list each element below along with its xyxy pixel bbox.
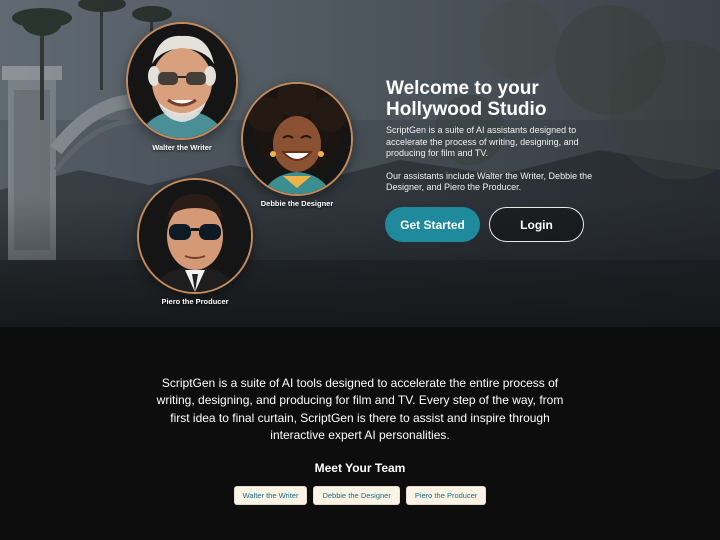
debbie-portrait — [241, 82, 353, 196]
team-chip-walter[interactable]: Walter the Writer — [233, 486, 308, 505]
hero-text-block: Welcome to your Hollywood Studio ScriptG… — [386, 78, 616, 194]
walter-face-icon — [128, 24, 236, 138]
team-chip-debbie[interactable]: Debbie the Designer — [313, 486, 400, 505]
debbie-label: Debbie the Designer — [260, 199, 334, 208]
piero-face-icon — [139, 180, 251, 292]
get-started-button[interactable]: Get Started — [385, 207, 480, 242]
intro-paragraph: ScriptGen is a suite of AI tools designe… — [156, 376, 564, 442]
team-chips: Walter the Writer Debbie the Designer Pi… — [0, 486, 720, 505]
hero-section: Walter the Writer Debbie the Designer Pi… — [0, 0, 720, 327]
intro-section: ScriptGen is a suite of AI tools designe… — [0, 327, 720, 540]
hero-assistants-note: Our assistants include Walter the Writer… — [386, 170, 593, 193]
hero-description: ScriptGen is a suite of AI assistants de… — [386, 125, 579, 158]
team-heading: Meet Your Team — [314, 461, 406, 475]
hero-buttons: Get Started Login — [385, 207, 584, 242]
avatar-debbie: Debbie the Designer — [241, 82, 353, 208]
login-button[interactable]: Login — [489, 207, 584, 242]
piero-portrait — [137, 178, 253, 294]
hero-title: Welcome to your Hollywood Studio — [386, 78, 547, 120]
team-chip-piero[interactable]: Piero the Producer — [405, 486, 487, 505]
walter-portrait — [126, 22, 238, 140]
avatar-walter: Walter the Writer — [126, 22, 238, 152]
debbie-face-icon — [243, 84, 351, 194]
piero-label: Piero the Producer — [161, 297, 229, 306]
walter-label: Walter the Writer — [152, 143, 212, 152]
avatar-piero: Piero the Producer — [137, 178, 253, 306]
